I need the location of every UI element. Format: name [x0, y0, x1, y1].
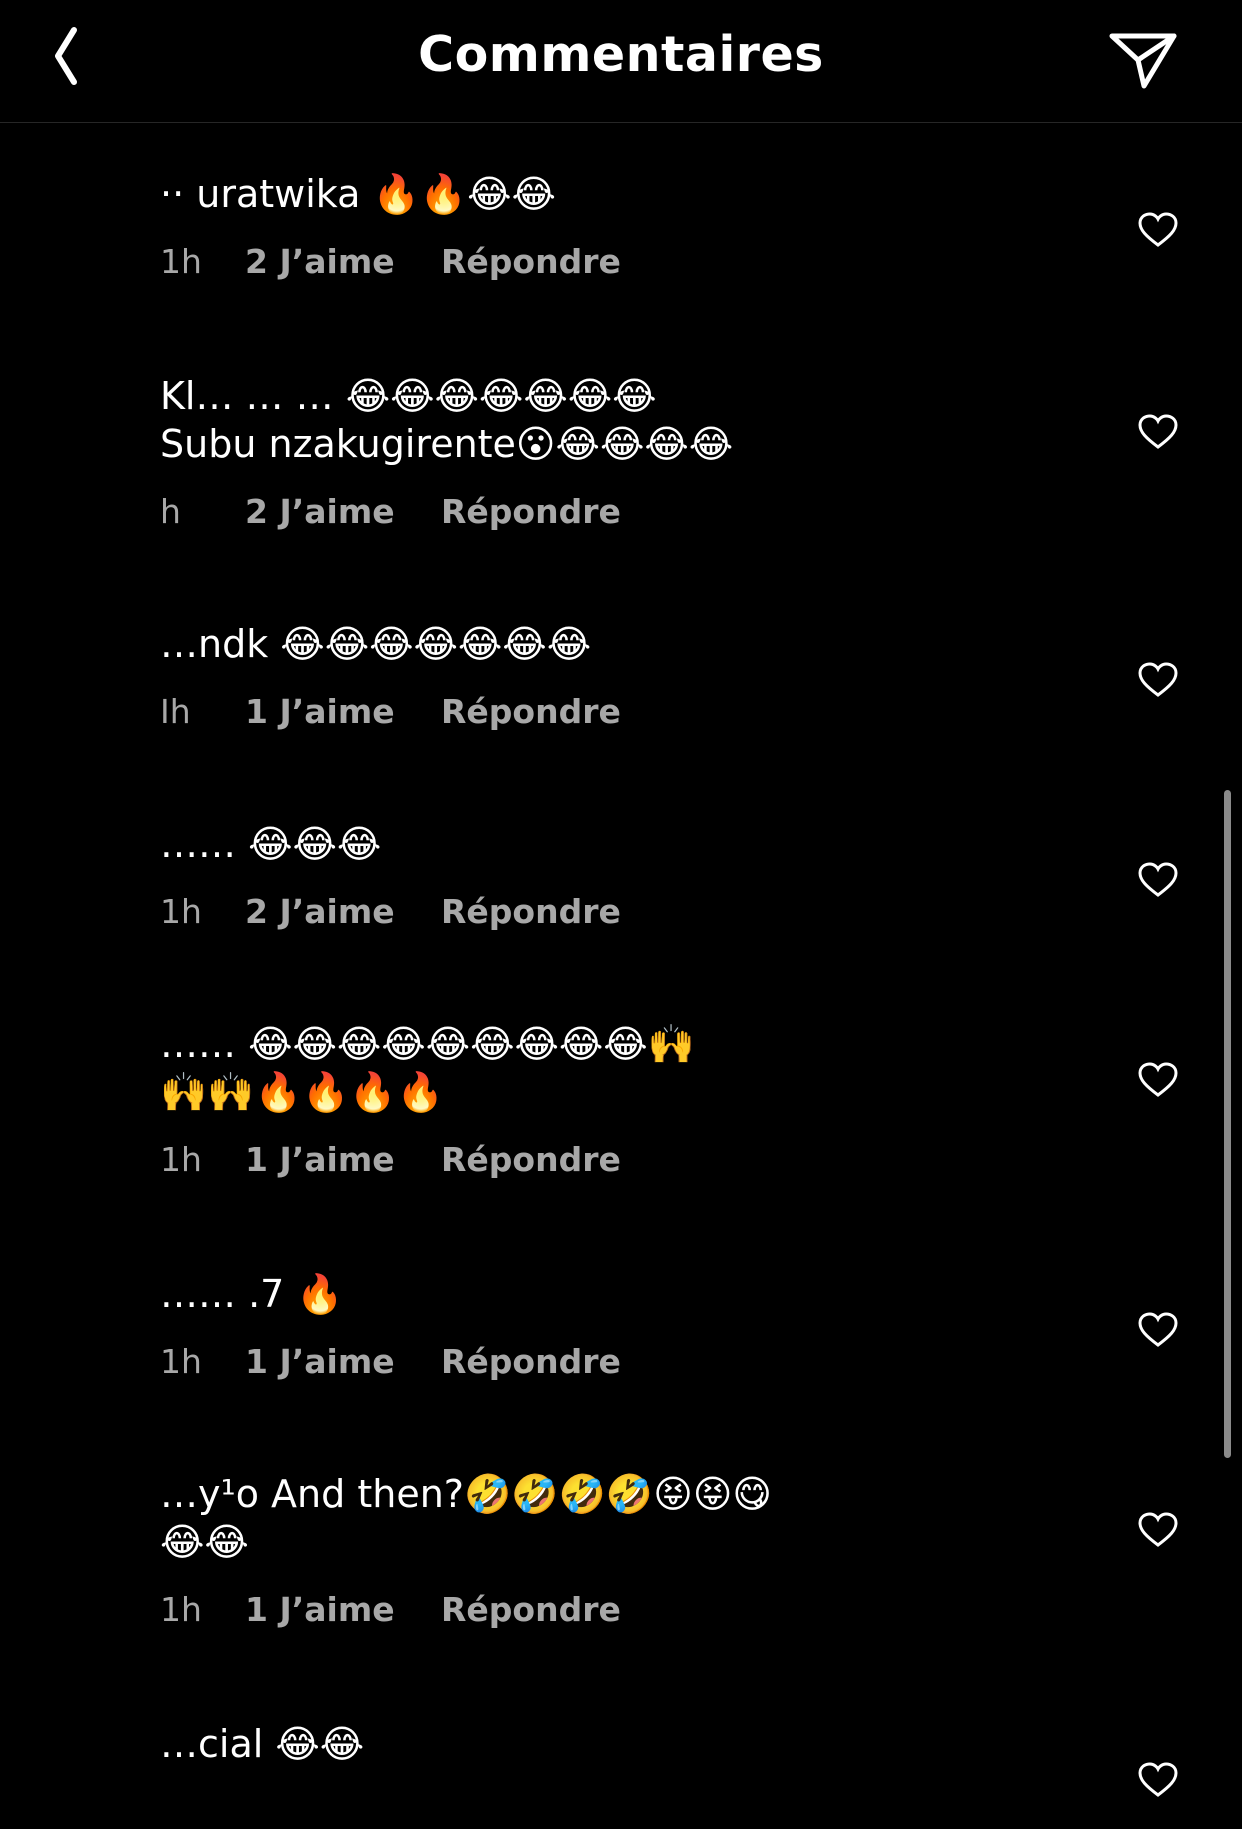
reply-button[interactable]: Répondre — [441, 1342, 621, 1381]
comment-likes[interactable]: 1 J’aime — [245, 1590, 441, 1629]
scrollbar[interactable] — [1224, 790, 1231, 1458]
comment-time: 1h — [160, 242, 202, 281]
share-button[interactable] — [1102, 22, 1182, 92]
heart-icon[interactable] — [1138, 662, 1178, 698]
comment-time: h — [160, 492, 181, 531]
comment-likes[interactable]: 1 J’aime — [245, 692, 441, 731]
heart-icon[interactable] — [1138, 212, 1178, 248]
heart-icon[interactable] — [1138, 414, 1178, 450]
reply-button[interactable]: Répondre — [441, 492, 621, 531]
reply-button[interactable]: Répondre — [441, 1590, 621, 1629]
reply-button[interactable]: Répondre — [441, 1140, 621, 1179]
heart-icon[interactable] — [1138, 1762, 1178, 1798]
comment-meta: 1h 1 J’aime Répondre — [160, 1590, 621, 1629]
comment-likes[interactable]: 2 J’aime — [245, 242, 441, 281]
heart-icon[interactable] — [1138, 1062, 1178, 1098]
comment-text: …cial 😂😂 — [160, 1722, 365, 1766]
comment-likes[interactable]: 1 J’aime — [245, 1140, 441, 1179]
comment-likes[interactable]: 2 J’aime — [245, 492, 441, 531]
comment-likes[interactable]: 1 J’aime — [245, 1342, 441, 1381]
comment-time: 1h — [160, 892, 202, 931]
comment-time: 1h — [160, 1342, 202, 1381]
comment-meta: 1h 2 J’aime Répondre — [160, 242, 621, 281]
comment-text: ·· uratwika 🔥🔥😂😂 — [160, 172, 556, 216]
reply-button[interactable]: Répondre — [441, 892, 621, 931]
comment-text: …… .7 🔥 — [160, 1272, 344, 1316]
reply-button[interactable]: Répondre — [441, 242, 621, 281]
page-title: Commentaires — [418, 26, 824, 83]
comment-meta: 1h 1 J’aime Répondre — [160, 1140, 621, 1179]
comment-likes[interactable]: 2 J’aime — [245, 892, 441, 931]
heart-icon[interactable] — [1138, 862, 1178, 898]
comment-text: …ndk 😂😂😂😂😂😂😂 — [160, 622, 592, 666]
comment-time: Ih — [160, 692, 191, 731]
comment-text: …y¹o And then?🤣🤣🤣🤣😝😝😋 😂😂 — [160, 1472, 773, 1564]
paper-plane-icon — [1109, 33, 1177, 89]
comment-meta: Ih 1 J’aime Répondre — [160, 692, 621, 731]
comment-time: 1h — [160, 1590, 202, 1629]
heart-icon[interactable] — [1138, 1312, 1178, 1348]
comment-time: 1h — [160, 1140, 202, 1179]
comment-meta: h 2 J’aime Répondre — [160, 492, 621, 531]
heart-icon[interactable] — [1138, 1512, 1178, 1548]
comment-text: …… 😂😂😂😂😂😂😂😂😂🙌 🙌🙌🔥🔥🔥🔥 — [160, 1022, 696, 1114]
comment-text: …… 😂😂😂 — [160, 822, 382, 866]
comment-meta: 1h 2 J’aime Répondre — [160, 892, 621, 931]
reply-button[interactable]: Répondre — [441, 692, 621, 731]
comment-text: Kl… … … 😂😂😂😂😂😂😂 Subu nzakugirente😮😂😂😂😂 — [160, 374, 734, 466]
comment-meta: 1h 1 J’aime Répondre — [160, 1342, 621, 1381]
header-bar: Commentaires — [0, 0, 1242, 123]
